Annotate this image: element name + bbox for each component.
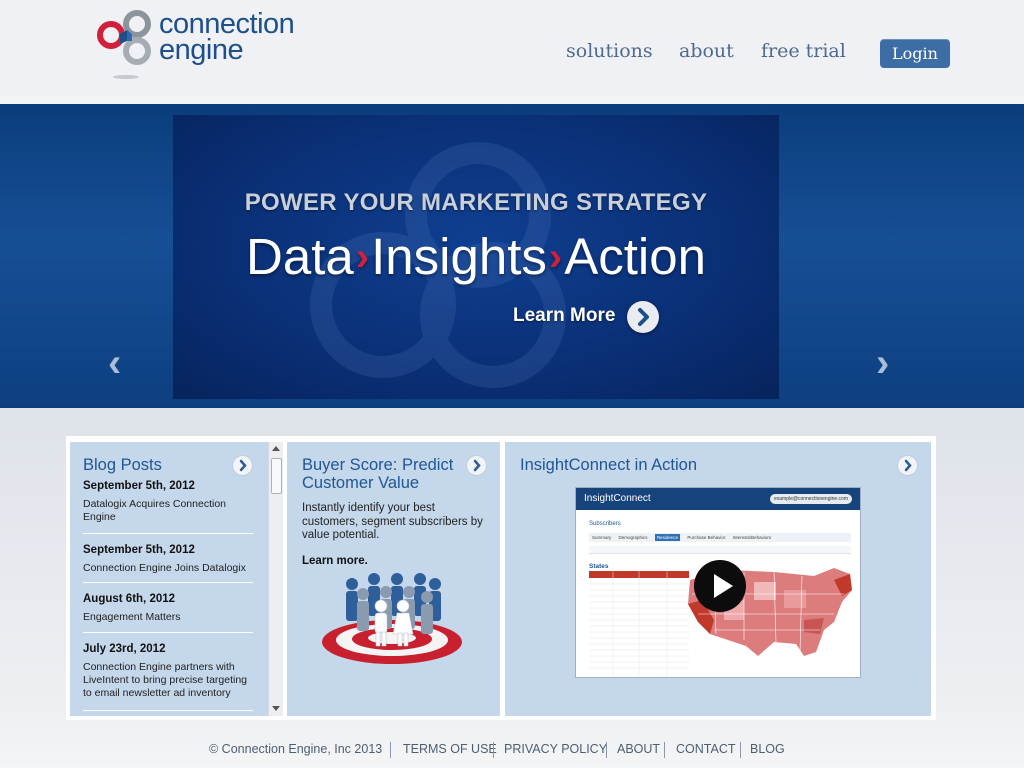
- footer-divider: [390, 742, 391, 758]
- chevron-right-icon: [239, 459, 247, 472]
- logo[interactable]: connection engine: [96, 8, 326, 86]
- post-text: Engagement Matters: [83, 611, 181, 623]
- chevron-right-circle-icon: [627, 301, 659, 333]
- footer-copyright: © Connection Engine, Inc 2013: [209, 742, 383, 756]
- footer-about-link[interactable]: ABOUT: [617, 742, 660, 756]
- footer-divider: [493, 742, 494, 758]
- post-date: July 23rd, 2012: [83, 643, 166, 655]
- carousel-next-button[interactable]: ›: [876, 341, 889, 386]
- scroll-up-icon[interactable]: [272, 446, 280, 451]
- post-date: September 5th, 2012: [83, 544, 195, 556]
- blog-panel: Blog Posts September 5th, 2012 Datalogix…: [70, 442, 268, 716]
- blog-scrollbar[interactable]: [268, 442, 283, 716]
- buyer-score-title[interactable]: Buyer Score: Predict Customer Value: [302, 456, 467, 492]
- insightconnect-video-thumbnail[interactable]: InsightConnect example@connectionengine.…: [576, 488, 860, 677]
- chevron-right-icon: [473, 459, 481, 472]
- hero-headline: Data›Insights›Action: [173, 227, 779, 286]
- blog-post[interactable]: July 23rd, 2012 Connection Engine partne…: [83, 643, 253, 700]
- buyer-score-learn-more-link[interactable]: Learn more.: [302, 555, 368, 567]
- nav-free-trial[interactable]: free trial: [761, 40, 846, 62]
- nav-solutions[interactable]: solutions: [566, 40, 653, 62]
- footer-divider: [740, 742, 741, 758]
- hero-carousel: ‹ POWER YOUR MARKETING STRATEGY Data›Ins…: [0, 104, 1024, 408]
- hero-learn-more-label: Learn More: [513, 305, 616, 326]
- app-tab: Summary: [592, 535, 612, 540]
- hero-kicker: POWER YOUR MARKETING STRATEGY: [244, 189, 708, 216]
- scroll-thumb[interactable]: [271, 458, 282, 494]
- logo-line-2: engine: [159, 34, 244, 66]
- header: connection engine solutions about free t…: [0, 0, 1024, 96]
- post-text: Connection Engine partners with LiveInte…: [83, 661, 248, 699]
- footer-blog-link[interactable]: BLOG: [750, 742, 785, 756]
- footer-terms-link[interactable]: TERMS OF USE: [403, 742, 497, 756]
- red-chevron-icon: ›: [355, 235, 370, 279]
- headline-word-data: Data: [246, 228, 354, 285]
- footer-divider: [606, 742, 607, 758]
- logo-text: connection engine: [159, 10, 295, 66]
- carousel-prev-button[interactable]: ‹: [108, 341, 121, 386]
- post-text: Connection Engine Joins Datalogix: [83, 562, 246, 574]
- app-section-label: Subscribers: [589, 521, 621, 527]
- login-button[interactable]: Login: [880, 39, 950, 68]
- blog-post[interactable]: September 5th, 2012 Datalogix Acquires C…: [83, 480, 253, 524]
- app-filter-row: [589, 546, 851, 554]
- logo-rings-icon: [97, 10, 151, 79]
- hero-slide[interactable]: POWER YOUR MARKETING STRATEGY Data›Insig…: [173, 115, 779, 399]
- app-tab: Interests/Behaviors: [732, 535, 772, 540]
- target-audience-icon: [322, 573, 462, 664]
- divider: [83, 710, 253, 711]
- post-date: September 5th, 2012: [83, 480, 195, 492]
- insightconnect-title[interactable]: InsightConnect in Action: [520, 456, 697, 474]
- app-states-table: [589, 571, 689, 677]
- blog-more-button[interactable]: [233, 456, 252, 475]
- blog-title[interactable]: Blog Posts: [83, 456, 162, 474]
- app-user-email: example@connectionengine.com: [769, 494, 852, 504]
- play-video-icon[interactable]: [694, 560, 746, 612]
- app-tab: Demographics: [618, 535, 648, 540]
- app-tabs: Summary Demographics Residence Purchase …: [589, 533, 851, 542]
- blog-post[interactable]: September 5th, 2012 Connection Engine Jo…: [83, 544, 253, 575]
- feature-panels: Blog Posts September 5th, 2012 Datalogix…: [66, 436, 936, 720]
- divider: [83, 533, 253, 534]
- chevron-right-icon: [904, 459, 912, 472]
- footer-privacy-link[interactable]: PRIVACY POLICY: [504, 742, 607, 756]
- headline-word-action: Action: [564, 228, 706, 285]
- app-header-bar: InsightConnect example@connectionengine.…: [576, 488, 860, 510]
- post-date: August 6th, 2012: [83, 593, 176, 605]
- buyer-score-more-button[interactable]: [467, 456, 486, 475]
- app-tab: Residence: [654, 534, 681, 541]
- scroll-down-icon[interactable]: [272, 706, 280, 711]
- insightconnect-panel: InsightConnect in Action InsightConnect …: [505, 442, 931, 716]
- app-title: InsightConnect: [584, 493, 651, 504]
- app-table-title: States: [589, 563, 609, 570]
- app-tab: Purchase Behavior: [687, 535, 726, 540]
- blog-post[interactable]: August 6th, 2012 Engagement Matters: [83, 593, 253, 624]
- divider: [83, 632, 253, 633]
- footer: © Connection Engine, Inc 2013 TERMS OF U…: [0, 742, 1024, 760]
- divider: [83, 582, 253, 583]
- headline-word-insights: Insights: [371, 228, 547, 285]
- footer-divider: [664, 742, 665, 758]
- buyer-score-description: Instantly identify your best customers, …: [302, 502, 483, 541]
- buyer-score-panel: Buyer Score: Predict Customer Value Inst…: [287, 442, 500, 716]
- nav-about[interactable]: about: [679, 40, 734, 62]
- red-chevron-icon: ›: [548, 235, 563, 279]
- footer-contact-link[interactable]: CONTACT: [676, 742, 736, 756]
- insightconnect-more-button[interactable]: [898, 456, 917, 475]
- post-text: Datalogix Acquires Connection Engine: [83, 498, 227, 523]
